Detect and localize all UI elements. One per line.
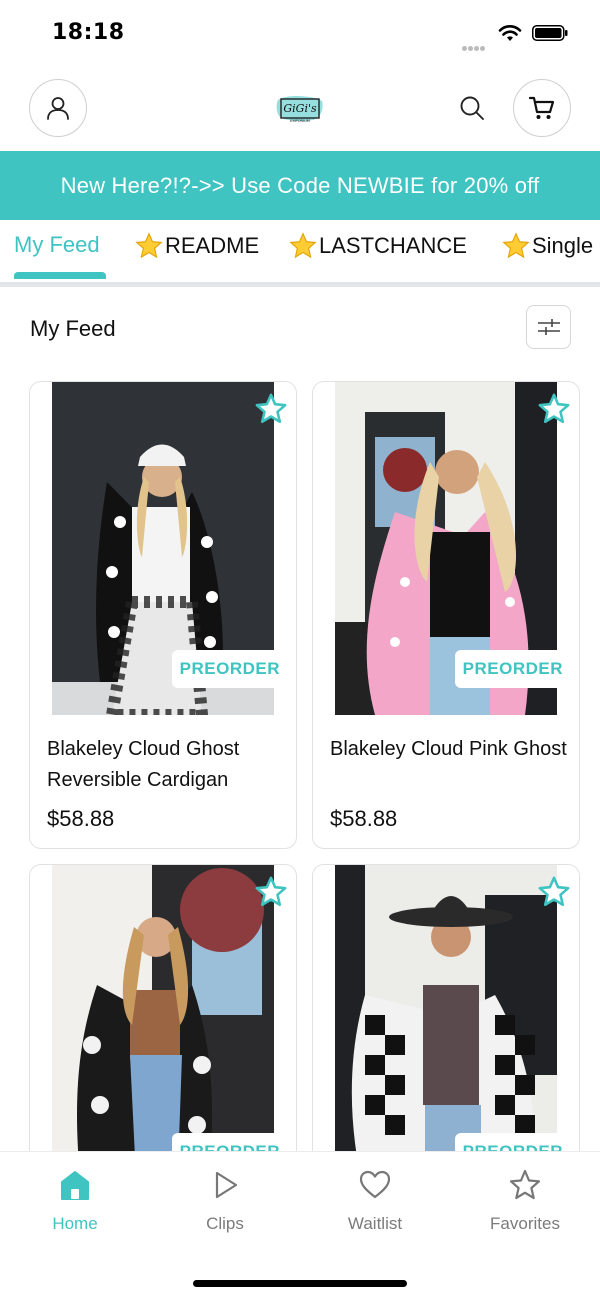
favorite-star-icon[interactable] bbox=[254, 392, 288, 426]
nav-label: Home bbox=[52, 1214, 98, 1233]
logo-subtext: EMPORIUM bbox=[290, 119, 310, 123]
logo-text: GiGi's bbox=[283, 102, 317, 115]
nav-waitlist[interactable]: Waitlist bbox=[320, 1168, 430, 1234]
nav-label: Favorites bbox=[490, 1214, 560, 1233]
wifi-icon bbox=[498, 25, 522, 41]
filter-button[interactable] bbox=[526, 305, 571, 349]
promo-text: New Here?!?->> Use Code NEWBIE for 20% o… bbox=[60, 172, 540, 198]
product-price: $58.88 bbox=[47, 806, 115, 831]
tab-label: README bbox=[165, 233, 260, 258]
nav-label: Clips bbox=[206, 1214, 244, 1233]
bottom-nav: Home Clips Waitlist Favorites bbox=[0, 1151, 600, 1299]
tab-my-feed[interactable]: My Feed bbox=[14, 232, 100, 258]
star-emoji-icon bbox=[502, 232, 530, 259]
logo-icon: GiGi's EMPORIUM bbox=[276, 95, 323, 123]
star-emoji-icon bbox=[289, 232, 317, 259]
nav-favorites[interactable]: Favorites bbox=[470, 1168, 580, 1234]
feed-title: My Feed bbox=[30, 316, 116, 341]
favorite-star-icon[interactable] bbox=[254, 875, 288, 909]
search-icon bbox=[460, 96, 484, 120]
tab-single[interactable]: Single bbox=[502, 232, 593, 260]
cart-button[interactable] bbox=[513, 79, 571, 137]
home-indicator bbox=[193, 1280, 407, 1287]
category-tabs: My Feed README LASTCHANCE Single bbox=[0, 220, 600, 282]
star-icon bbox=[509, 1169, 541, 1200]
tab-label: LASTCHANCE bbox=[319, 233, 467, 258]
product-card[interactable]: PREORDER Blakeley Cloud Pink Ghost $58.8… bbox=[312, 381, 580, 849]
tab-label: My Feed bbox=[14, 232, 100, 257]
nav-clips[interactable]: Clips bbox=[170, 1168, 280, 1234]
brand-logo[interactable]: GiGi's EMPORIUM bbox=[275, 92, 325, 124]
nav-label: Waitlist bbox=[347, 1214, 403, 1233]
search-button[interactable] bbox=[456, 92, 488, 124]
favorite-star-icon[interactable] bbox=[537, 875, 571, 909]
profile-icon bbox=[47, 97, 69, 120]
status-bar: 18:18 bbox=[0, 0, 600, 64]
heart-icon bbox=[359, 1170, 391, 1199]
tab-lastchance[interactable]: LASTCHANCE bbox=[289, 232, 467, 260]
preorder-badge: PREORDER bbox=[171, 650, 288, 688]
favorite-star-icon[interactable] bbox=[537, 392, 571, 426]
battery-icon bbox=[532, 25, 568, 41]
play-icon bbox=[215, 1171, 238, 1199]
app-header: GiGi's EMPORIUM bbox=[0, 64, 600, 152]
product-price: $58.88 bbox=[330, 806, 398, 831]
product-name: Blakeley Cloud Ghost Reversible Cardigan bbox=[47, 738, 240, 791]
nav-home[interactable]: Home bbox=[20, 1168, 130, 1234]
active-tab-indicator bbox=[14, 272, 106, 279]
preorder-badge: PREORDER bbox=[454, 650, 571, 688]
signal-dots-icon bbox=[462, 36, 488, 51]
product-name: Blakeley Cloud Pink Ghost bbox=[330, 738, 567, 760]
star-emoji-icon bbox=[135, 232, 163, 259]
product-card[interactable]: PREORDER Blakeley Cloud Ghost Reversible… bbox=[29, 381, 297, 849]
status-time: 18:18 bbox=[52, 20, 125, 45]
cart-icon bbox=[528, 96, 555, 119]
promo-banner[interactable]: New Here?!?->> Use Code NEWBIE for 20% o… bbox=[0, 151, 600, 220]
home-icon bbox=[61, 1171, 89, 1200]
tabs-divider bbox=[0, 282, 600, 287]
tab-label: Single bbox=[532, 233, 594, 258]
tab-readme[interactable]: README bbox=[135, 232, 259, 260]
filter-sliders-icon bbox=[537, 319, 560, 335]
profile-button[interactable] bbox=[29, 79, 87, 137]
